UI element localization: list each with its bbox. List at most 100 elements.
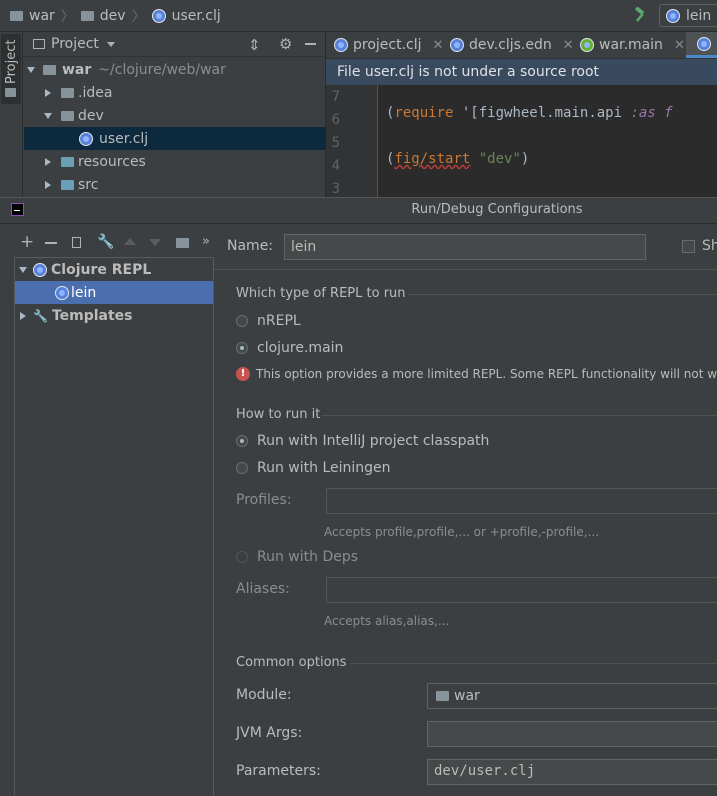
source-folder-icon (61, 179, 74, 190)
radio-nrepl[interactable]: nREPL (236, 312, 301, 330)
run-configuration-selector[interactable]: lein (659, 4, 717, 27)
dev-string: "dev" (470, 151, 521, 167)
fig-start-symbol: fig/start (394, 151, 471, 167)
collapsed-arrow-icon[interactable] (45, 157, 51, 166)
divider (408, 294, 717, 295)
remove-icon[interactable] (45, 242, 57, 244)
breadcrumb-war[interactable]: war (29, 8, 55, 24)
aliases-label: Aliases: (236, 581, 290, 597)
jvm-args-label: JVM Args: (236, 725, 303, 741)
clojure-main-icon (580, 38, 594, 52)
repl-warning-text: This option provides a more limited REPL… (256, 366, 717, 381)
expanded-arrow-icon[interactable] (19, 266, 27, 273)
expanded-arrow-icon[interactable] (44, 112, 52, 119)
tree-node-dev-label: dev (78, 107, 104, 124)
clojure-file-icon (450, 38, 464, 52)
jvm-args-input[interactable] (427, 721, 717, 747)
clojure-repl-icon (55, 285, 69, 300)
collapsed-arrow-icon[interactable] (45, 88, 51, 97)
radio-clojure-main-label: clojure.main (257, 340, 344, 356)
gear-icon[interactable]: ⚙ (279, 35, 292, 53)
collapsed-arrow-icon[interactable] (45, 180, 51, 189)
minimize-icon[interactable] (305, 43, 316, 45)
module-label: Module: (236, 687, 292, 703)
close-icon[interactable]: ✕ (563, 38, 574, 53)
tab-project-clj-label: project.clj (353, 37, 422, 53)
tree-item-lein[interactable]: lein (15, 281, 213, 304)
module-folder-icon (436, 691, 449, 701)
config-toolbar: + 🔧 » (14, 234, 214, 254)
hammer-icon[interactable] (632, 6, 648, 23)
name-input[interactable]: lein (284, 234, 646, 260)
tab-dev-cljs-edn[interactable]: dev.cljs.edn ✕ (450, 32, 574, 58)
radio-clojure-main[interactable]: clojure.main (236, 339, 343, 357)
tree-group-clojure-repl[interactable]: Clojure REPL (15, 258, 213, 281)
share-checkbox[interactable] (682, 240, 695, 253)
profiles-hint: Accepts profile,profile,... or +profile,… (324, 525, 600, 539)
tree-node-user-clj-label: user.clj (99, 130, 149, 147)
repl-warning: ! This option provides a more limited RE… (236, 365, 717, 382)
folder-icon (80, 11, 94, 21)
wrench-icon: 🔧 (33, 308, 48, 323)
more-icon[interactable]: » (202, 235, 210, 249)
code-line-require: (require '[figwheel.main.api :as f (386, 89, 673, 121)
tab-dev-cljs-edn-label: dev.cljs.edn (469, 37, 552, 53)
add-icon[interactable]: + (20, 234, 34, 251)
parameters-input[interactable]: dev/user.clj (427, 759, 717, 785)
chevron-down-icon[interactable] (106, 41, 115, 47)
tab-user-clj-active[interactable] (686, 32, 717, 58)
move-up-icon[interactable] (124, 238, 136, 245)
clojure-file-icon (151, 9, 166, 23)
code-line-fig-start: (fig/start "dev") (386, 135, 529, 167)
breadcrumb-user-clj[interactable]: user.clj (172, 8, 221, 24)
project-view-selector[interactable]: Project (51, 36, 99, 52)
how-to-run-title: How to run it (236, 407, 321, 422)
folder-add-icon[interactable] (176, 238, 189, 248)
common-options-title: Common options (236, 655, 347, 670)
tree-item-lein-label: lein (71, 284, 97, 301)
radio-leiningen[interactable]: Run with Leiningen (236, 459, 391, 477)
tree-node-idea-label: .idea (78, 84, 113, 101)
breadcrumb: war 〉 dev 〉 user.clj (10, 7, 221, 25)
tree-node-war-label: war (62, 61, 92, 78)
close-icon[interactable]: ✕ (433, 38, 444, 53)
radio-intellij-classpath[interactable]: Run with IntelliJ project classpath (236, 432, 489, 450)
repl-type-title: Which type of REPL to run (236, 286, 406, 301)
project-tool-button[interactable]: Project (1, 34, 21, 104)
radio-button-disabled[interactable] (236, 551, 248, 563)
aliases-hint: Accepts alias,alias,... (324, 614, 450, 628)
module-select[interactable]: war (427, 683, 717, 709)
collapsed-arrow-icon[interactable] (20, 311, 26, 320)
wrench-icon[interactable]: 🔧 (97, 235, 114, 249)
tree-node-src-label: src (78, 176, 99, 193)
tab-war-main[interactable]: war.main ✕ (580, 32, 685, 58)
radio-button-selected[interactable] (236, 435, 248, 447)
tree-node-resources-label: resources (78, 153, 146, 170)
module-folder-icon (43, 64, 56, 75)
tab-project-clj[interactable]: project.clj ✕ (334, 32, 443, 58)
collapse-all-icon[interactable]: ⇕ (248, 36, 261, 54)
line-number: 6 (331, 112, 340, 128)
divider (322, 415, 717, 416)
close-icon[interactable]: ✕ (674, 38, 685, 53)
copy-icon[interactable] (72, 237, 81, 248)
clojure-repl-icon (666, 8, 680, 23)
folder-icon (61, 87, 74, 98)
aliases-input[interactable] (326, 577, 717, 603)
breadcrumb-dev[interactable]: dev (100, 8, 126, 24)
radio-button[interactable] (236, 315, 248, 327)
expanded-arrow-icon[interactable] (27, 66, 35, 73)
radio-deps[interactable]: Run with Deps (236, 548, 358, 566)
radio-button[interactable] (236, 462, 248, 474)
line-number: 7 (331, 89, 340, 105)
name-input-value: lein (291, 239, 317, 255)
banner-text: File user.clj is not under a source root (337, 64, 600, 80)
config-tree (14, 257, 214, 795)
radio-button-selected[interactable] (236, 342, 248, 354)
profiles-input[interactable] (326, 488, 717, 514)
move-down-icon[interactable] (149, 239, 161, 246)
tree-group-templates[interactable]: 🔧 Templates (15, 304, 213, 327)
paren-close: ) (520, 151, 530, 167)
error-icon: ! (236, 366, 250, 381)
require-keyword: require (394, 105, 454, 121)
